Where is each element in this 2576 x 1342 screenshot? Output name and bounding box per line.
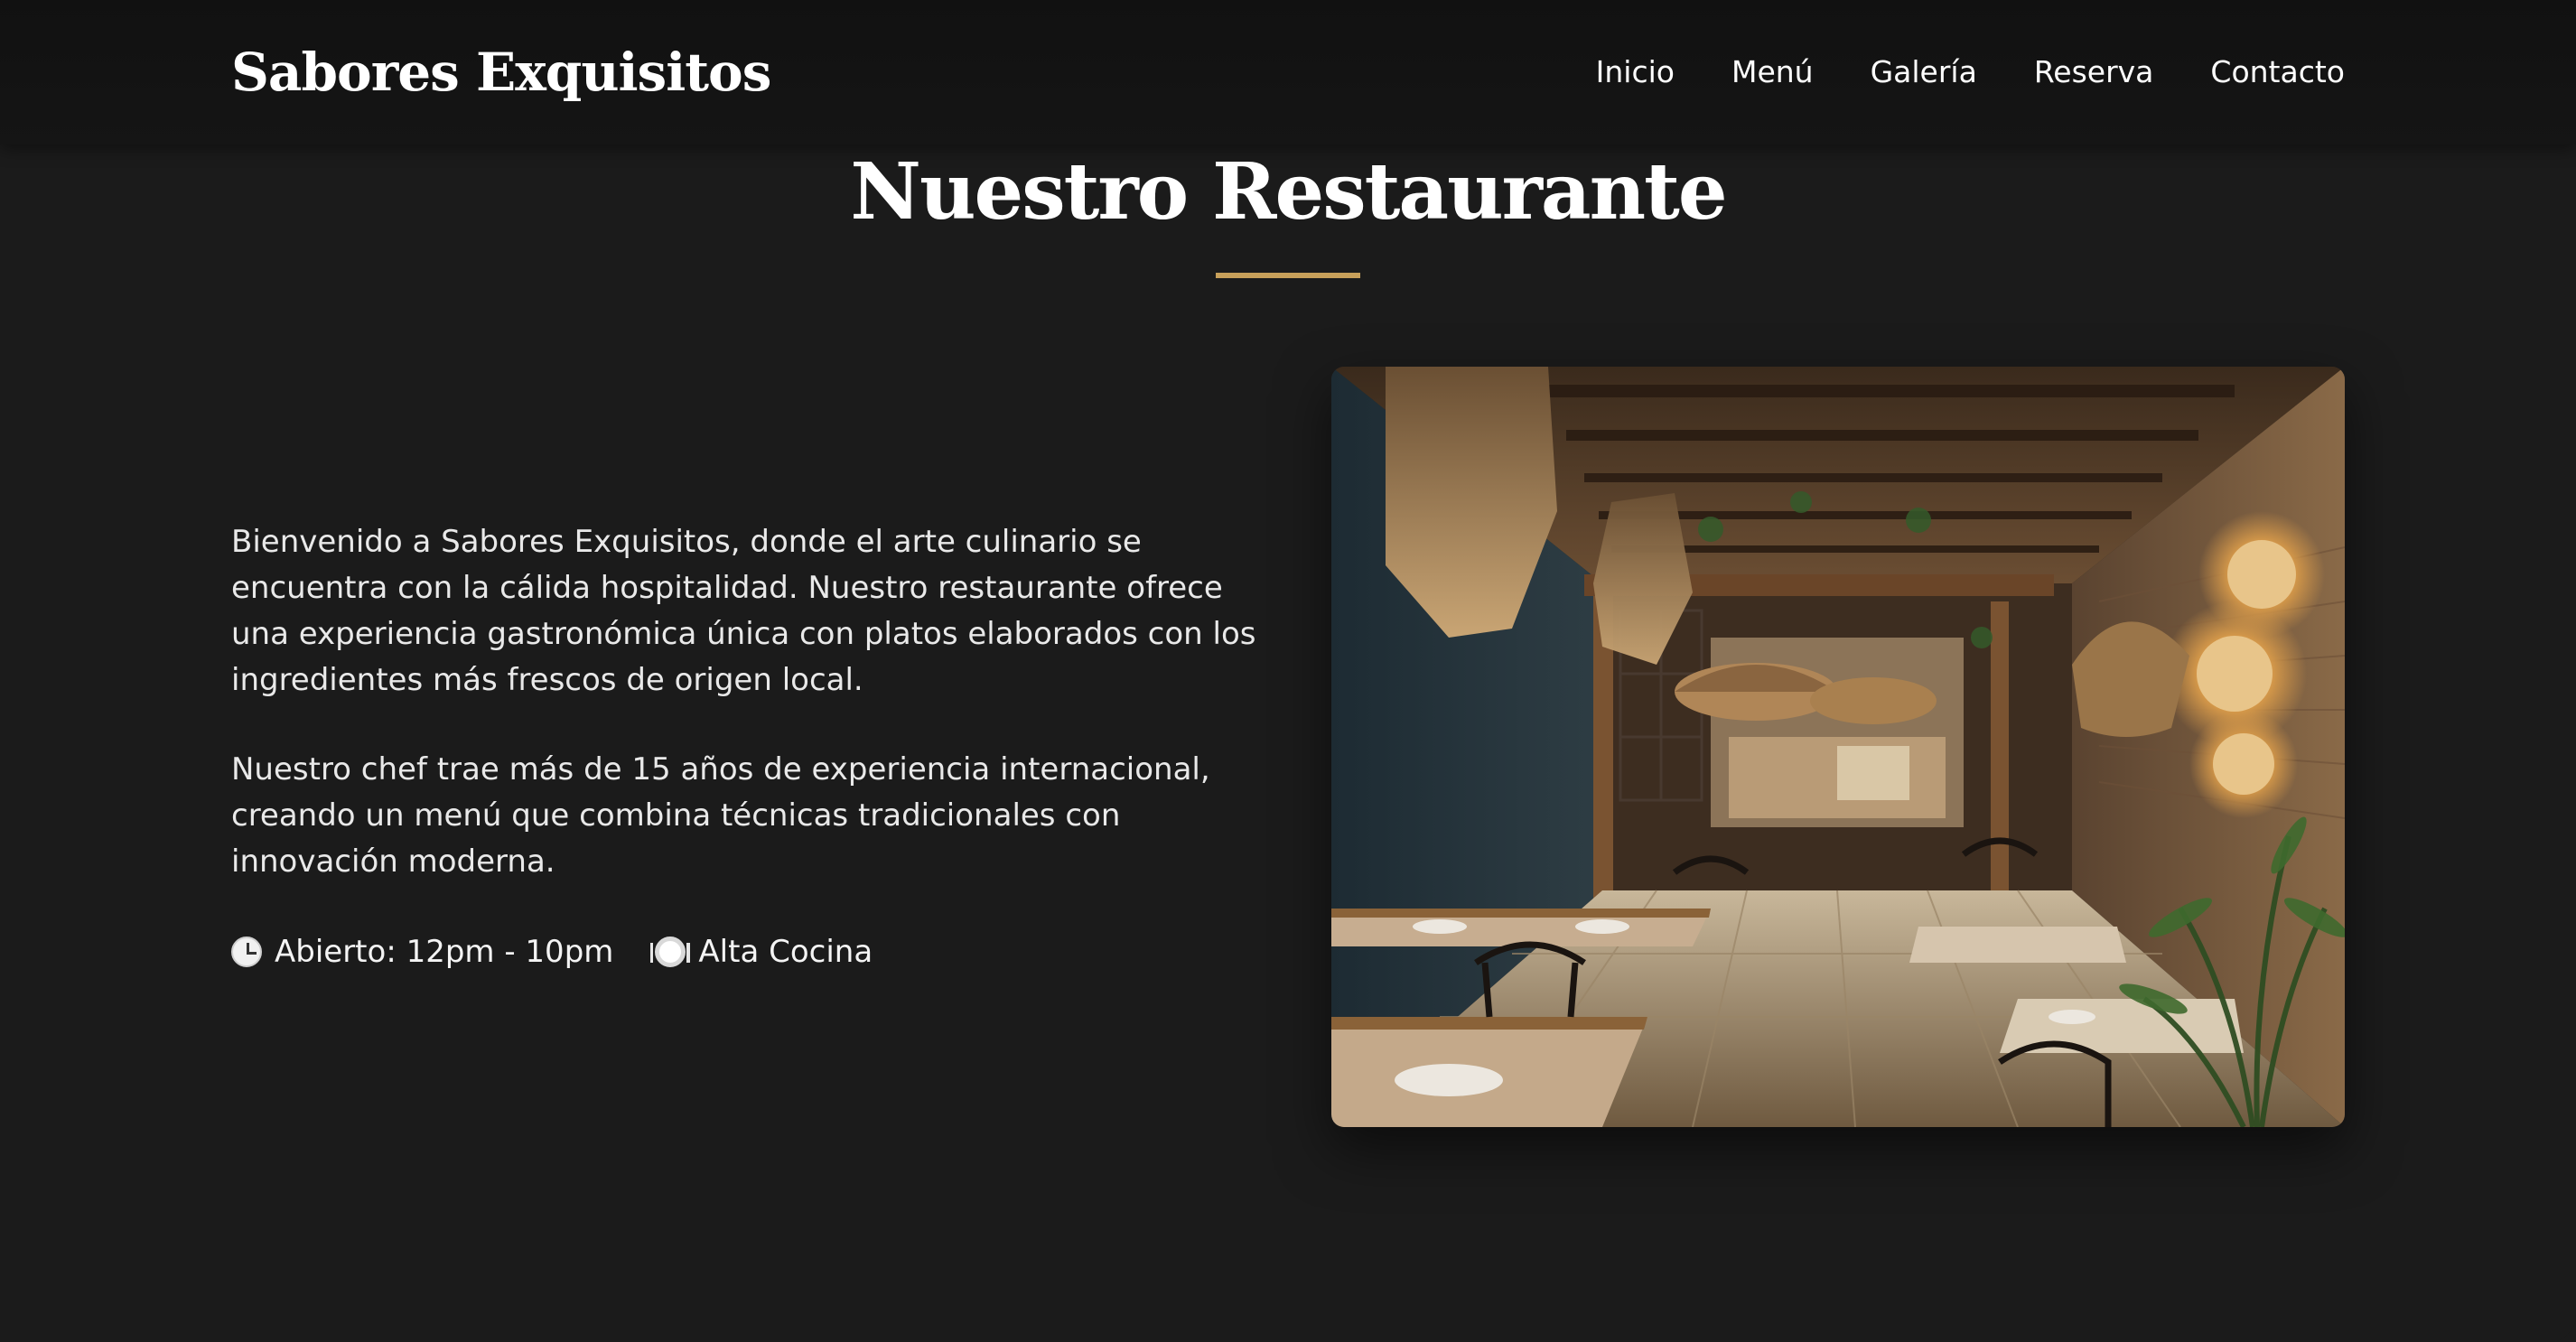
nav-link-reserva[interactable]: Reserva [2034,51,2154,94]
intro-paragraph-1: Bienvenido a Sabores Exquisitos, donde e… [231,524,1256,698]
restaurant-info: Abierto: 12pm - 10pm Alta Cocina [231,930,914,974]
page: Sabores Exquisitos Inicio Menú Galería R… [0,0,2576,1342]
nav-link-menu[interactable]: Menú [1731,51,1814,94]
cuisine-info: Alta Cocina [650,930,873,974]
nav-link-inicio[interactable]: Inicio [1596,51,1675,94]
title-divider [1216,273,1360,278]
hours-text: Abierto: 12pm - 10pm [275,934,614,970]
intro-text: Bienvenido a Sabores Exquisitos, donde e… [231,519,1279,928]
section-title: Nuestro Restaurante [850,146,1727,238]
nav-link-contacto[interactable]: Contacto [2210,51,2345,94]
site-header: Sabores Exquisitos Inicio Menú Galería R… [0,0,2576,144]
hours-info: Abierto: 12pm - 10pm [231,930,613,974]
intro-paragraph-2: Nuestro chef trae más de 15 años de expe… [231,751,1210,880]
brand-logo[interactable]: Sabores Exquisitos [231,34,771,110]
restaurant-photo [1331,367,2345,1127]
clock-icon [231,937,262,967]
plate-icon [650,937,691,967]
cuisine-text: Alta Cocina [698,934,873,970]
main-nav: Inicio Menú Galería Reserva Contacto [1596,51,2345,94]
nav-link-galeria[interactable]: Galería [1871,51,1977,94]
